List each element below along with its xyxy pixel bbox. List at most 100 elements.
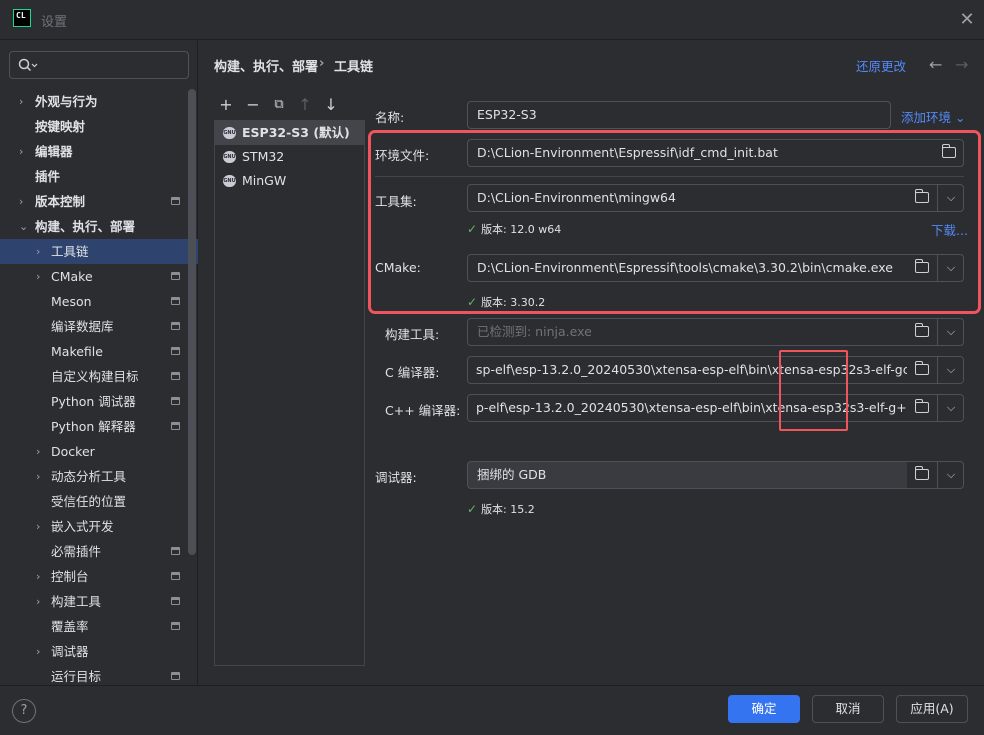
sidebar-item[interactable]: › 外观与行为: [0, 89, 198, 114]
sidebar-item[interactable]: › 构建工具: [0, 589, 198, 614]
project-scope-icon: [171, 322, 180, 330]
toolchain-item[interactable]: GNU STM32: [215, 145, 364, 169]
toolchain-item[interactable]: GNU ESP32-S3 (默认): [215, 121, 364, 145]
sidebar-item[interactable]: › 控制台: [0, 564, 198, 589]
toolchain-item[interactable]: GNU MinGW: [215, 169, 364, 193]
settings-tree: › 外观与行为 按键映射 › 编辑器 插件 › 版本控制 ⌄ 构建、执行、部署 › 工具链 › CMake…: [0, 89, 198, 689]
chevron-down-icon[interactable]: ⌵: [938, 357, 963, 383]
chevron-right-icon[interactable]: ›: [36, 264, 48, 289]
project-scope-icon: [171, 197, 180, 205]
highlight-box: [368, 130, 981, 314]
copy-icon[interactable]: ⧉: [269, 94, 289, 116]
sidebar-item[interactable]: › 调试器: [0, 639, 198, 664]
sidebar-item-label: Makefile: [51, 344, 103, 359]
sidebar-item[interactable]: 按键映射: [0, 114, 198, 139]
sidebar-item-label: 自定义构建目标: [51, 369, 139, 384]
toolchain-list: GNU ESP32-S3 (默认) GNU STM32 GNU MinGW: [214, 120, 365, 666]
sidebar-item[interactable]: › 编辑器: [0, 139, 198, 164]
close-icon[interactable]: ✕: [956, 9, 978, 31]
sidebar-item[interactable]: › CMake: [0, 264, 198, 289]
chevron-down-icon[interactable]: ⌵: [938, 319, 963, 345]
sidebar-item[interactable]: Python 解释器: [0, 414, 198, 439]
sidebar-item-label: 必需插件: [51, 544, 102, 559]
sidebar-item[interactable]: Python 调试器: [0, 389, 198, 414]
c-compiler-label: C 编译器:: [385, 365, 440, 380]
chevron-right-icon[interactable]: ›: [19, 89, 31, 114]
chevron-right-icon[interactable]: ›: [36, 239, 48, 264]
chevron-right-icon[interactable]: ›: [36, 564, 48, 589]
revert-changes-link[interactable]: 还原更改: [856, 56, 906, 75]
apply-button[interactable]: 应用(A): [896, 695, 968, 723]
cancel-button[interactable]: 取消: [812, 695, 884, 723]
move-up-icon[interactable]: ↑: [295, 94, 315, 116]
sidebar-item-label: 插件: [35, 169, 61, 184]
sidebar-item[interactable]: › Docker: [0, 439, 198, 464]
sidebar-item-label: 受信任的位置: [51, 494, 127, 509]
debugger-field[interactable]: 捆绑的 GDB ⌵: [467, 461, 964, 489]
folder-icon[interactable]: [914, 466, 929, 480]
sidebar-item-label: Python 解释器: [51, 419, 136, 434]
sidebar-item-label: CMake: [51, 269, 93, 284]
folder-icon[interactable]: [914, 361, 929, 375]
remove-icon[interactable]: −: [243, 94, 263, 116]
chevron-right-icon[interactable]: ›: [36, 589, 48, 614]
toolchain-label: STM32: [242, 149, 285, 164]
search-input[interactable]: [9, 51, 189, 79]
chevron-right-icon[interactable]: ›: [36, 514, 48, 539]
project-scope-icon: [171, 622, 180, 630]
chevron-down-icon[interactable]: ⌵: [938, 462, 963, 488]
chevron-down-icon[interactable]: ⌄: [19, 214, 31, 239]
sidebar-item-label: Docker: [51, 444, 95, 459]
forward-arrow-icon[interactable]: →: [955, 55, 968, 74]
window-title: 设置: [41, 15, 68, 30]
sidebar-item-label: 编译数据库: [51, 319, 114, 334]
cpp-compiler-field[interactable]: p-elf\esp-13.2.0_20240530\xtensa-esp-elf…: [467, 394, 964, 422]
check-icon: ✓: [467, 502, 478, 516]
name-field[interactable]: ESP32-S3: [467, 101, 891, 129]
dialog-footer: ? 确定 取消 应用(A): [0, 685, 984, 735]
toolchain-label: MinGW: [242, 173, 287, 188]
sidebar-item-label: Python 调试器: [51, 394, 136, 409]
help-icon[interactable]: ?: [12, 699, 36, 723]
highlight-box: [779, 350, 848, 431]
gnu-icon: GNU: [223, 127, 236, 139]
sidebar-item-label: 调试器: [51, 644, 89, 659]
add-icon[interactable]: +: [216, 94, 236, 116]
chevron-down-icon[interactable]: ⌵: [938, 395, 963, 421]
build-tool-field[interactable]: 已检测到: ninja.exe ⌵: [467, 318, 964, 346]
add-environment-link[interactable]: 添加环境 ⌄: [901, 107, 965, 126]
sidebar-item[interactable]: 插件: [0, 164, 198, 189]
breadcrumb-parent[interactable]: 构建、执行、部署: [214, 56, 318, 75]
name-label: 名称:: [375, 110, 405, 125]
folder-icon[interactable]: [914, 399, 929, 413]
chevron-right-icon[interactable]: ›: [36, 464, 48, 489]
project-scope-icon: [171, 672, 180, 680]
sidebar-item[interactable]: › 动态分析工具: [0, 464, 198, 489]
sidebar-item-label: Meson: [51, 294, 92, 309]
sidebar-item[interactable]: Meson: [0, 289, 198, 314]
gnu-icon: GNU: [223, 175, 236, 187]
chevron-right-icon[interactable]: ›: [19, 139, 31, 164]
sidebar-scrollbar[interactable]: [188, 89, 196, 555]
c-compiler-field[interactable]: sp-elf\esp-13.2.0_20240530\xtensa-esp-el…: [467, 356, 964, 384]
sidebar-item[interactable]: › 版本控制: [0, 189, 198, 214]
sidebar-item[interactable]: 覆盖率: [0, 614, 198, 639]
sidebar-item-label: 动态分析工具: [51, 469, 127, 484]
sidebar-item[interactable]: 受信任的位置: [0, 489, 198, 514]
sidebar-item[interactable]: ⌄ 构建、执行、部署: [0, 214, 198, 239]
debugger-version: ✓ 版本: 15.2: [467, 502, 535, 516]
sidebar-item-label: 构建、执行、部署: [35, 219, 136, 234]
sidebar-item[interactable]: Makefile: [0, 339, 198, 364]
chevron-right-icon[interactable]: ›: [36, 639, 48, 664]
sidebar-item[interactable]: › 工具链: [0, 239, 198, 264]
chevron-right-icon[interactable]: ›: [36, 439, 48, 464]
chevron-right-icon[interactable]: ›: [19, 189, 31, 214]
folder-icon[interactable]: [914, 323, 929, 337]
ok-button[interactable]: 确定: [728, 695, 800, 723]
move-down-icon[interactable]: ↓: [321, 94, 341, 116]
back-arrow-icon[interactable]: ←: [929, 55, 942, 74]
sidebar-item[interactable]: 自定义构建目标: [0, 364, 198, 389]
sidebar-item[interactable]: 必需插件: [0, 539, 198, 564]
sidebar-item[interactable]: › 嵌入式开发: [0, 514, 198, 539]
sidebar-item[interactable]: 编译数据库: [0, 314, 198, 339]
